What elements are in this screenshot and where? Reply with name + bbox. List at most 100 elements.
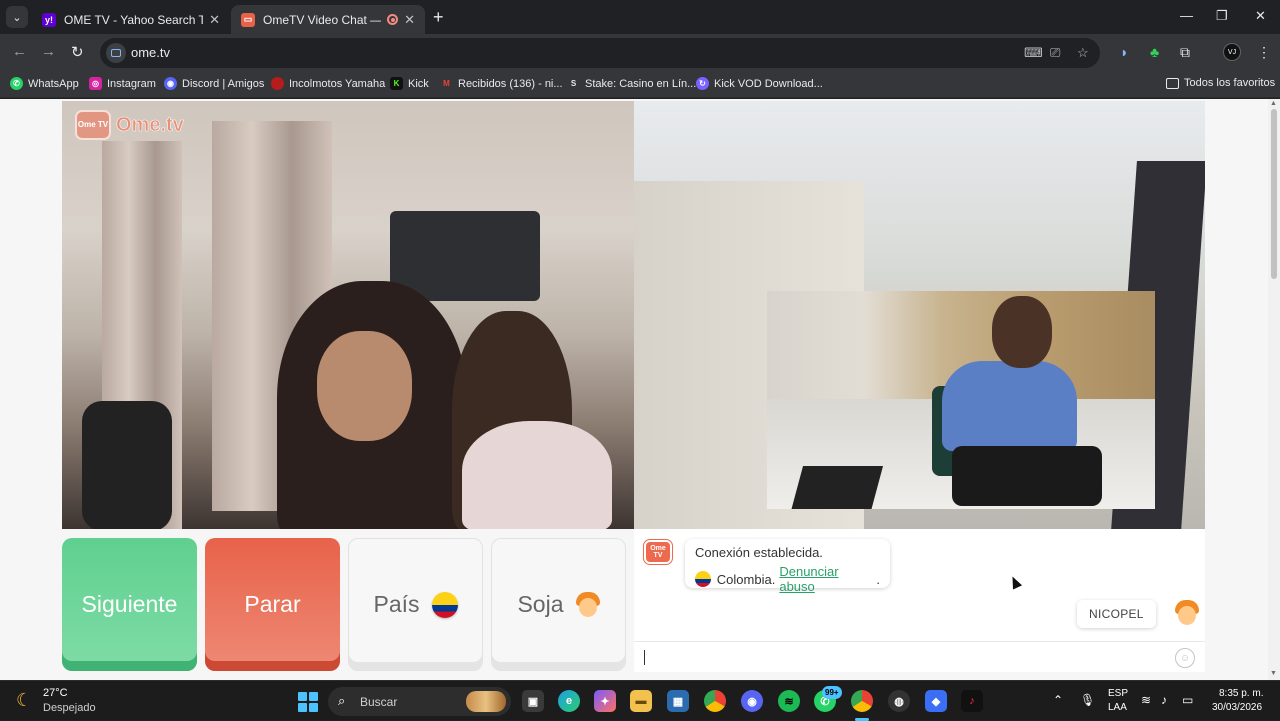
- edge-icon[interactable]: e: [558, 690, 580, 712]
- microphone-icon[interactable]: 🎙: [1080, 693, 1095, 707]
- system-message: Conexión establecida. Colombia . Denunci…: [685, 539, 890, 594]
- site-info-icon[interactable]: [106, 43, 126, 63]
- install-app-icon[interactable]: ⎚: [1050, 45, 1060, 61]
- bookmark-incolmotos[interactable]: Incolmotos Yamaha: [271, 77, 385, 90]
- clock-date[interactable]: 30/03/2026: [1212, 702, 1262, 713]
- self-preview-video: [767, 291, 1155, 509]
- chrome-icon[interactable]: [704, 690, 726, 712]
- connection-status: Conexión establecida.: [695, 545, 823, 560]
- new-tab-button[interactable]: +: [433, 7, 444, 28]
- tiktok-icon[interactable]: ♪: [961, 690, 983, 712]
- start-button[interactable]: [298, 692, 318, 712]
- roblox-icon[interactable]: ◆: [925, 690, 947, 712]
- address-bar[interactable]: ome.tv ⌨ ⎚ ☆: [100, 38, 1100, 68]
- kick-icon: K: [390, 77, 403, 90]
- tray-overflow-icon[interactable]: ⌃: [1053, 693, 1063, 707]
- copilot-icon[interactable]: ✦: [594, 690, 616, 712]
- extensions-icon[interactable]: ⧉: [1180, 44, 1190, 61]
- bookmark-whatsapp[interactable]: ✆ WhatsApp: [10, 77, 79, 90]
- weather-description[interactable]: Despejado: [43, 702, 96, 714]
- close-tab-icon[interactable]: ✕: [404, 12, 415, 28]
- restore-icon[interactable]: ❐: [1216, 8, 1228, 24]
- bookmarks-bar: ✆ WhatsApp ◎ Instagram ◉ Discord | Amigo…: [0, 72, 1280, 98]
- wifi-icon[interactable]: ≋: [1141, 693, 1151, 707]
- search-icon: ⌕: [338, 693, 346, 708]
- ometv-logo-icon: Ome TV: [75, 110, 111, 140]
- bookmark-label: Recibidos (136) - ni...: [458, 77, 563, 90]
- bookmark-label: Kick: [408, 77, 429, 90]
- tab-title: OME TV - Yahoo Search Tus res: [64, 12, 204, 27]
- whatsapp-icon: ✆: [10, 77, 23, 90]
- bookmark-label: Discord | Amigos: [182, 77, 265, 90]
- tab-ometv[interactable]: ▭ OmeTV Video Chat — Alter ✕: [231, 5, 425, 34]
- moon-weather-icon[interactable]: ☾: [16, 690, 32, 711]
- report-period: .: [876, 571, 880, 587]
- scroll-up-icon[interactable]: ▲: [1270, 100, 1277, 107]
- bookmark-discord[interactable]: ◉ Discord | Amigos: [164, 77, 264, 90]
- extension-1-icon[interactable]: ◗: [1120, 44, 1128, 60]
- stop-button[interactable]: Parar: [205, 538, 340, 671]
- bookmark-kick-vod[interactable]: ↻ Kick VOD Download...: [696, 77, 823, 90]
- page-scrollbar[interactable]: ▲ ▼: [1268, 99, 1280, 680]
- bookmark-label: Instagram: [107, 77, 156, 90]
- gender-button[interactable]: Soja: [491, 538, 626, 671]
- stake-icon: S: [570, 79, 577, 88]
- tab-search-button[interactable]: ⌄: [6, 6, 28, 28]
- reload-icon[interactable]: ↻: [71, 43, 84, 61]
- back-icon[interactable]: ←: [12, 43, 27, 60]
- tab-yahoo-search[interactable]: y! OME TV - Yahoo Search Tus res ✕: [32, 5, 230, 34]
- url-text[interactable]: ome.tv: [131, 45, 170, 60]
- profile-avatar[interactable]: VJ: [1223, 43, 1241, 61]
- keyboard-layout[interactable]: LAA: [1108, 702, 1127, 713]
- yamaha-icon: [271, 77, 284, 90]
- extension-2-icon[interactable]: ♣: [1150, 44, 1159, 60]
- chat-input[interactable]: [640, 646, 1170, 668]
- bookmark-instagram[interactable]: ◎ Instagram: [89, 77, 156, 90]
- close-tab-icon[interactable]: ✕: [209, 12, 220, 28]
- language-indicator[interactable]: ESP: [1108, 688, 1128, 699]
- country-button[interactable]: País: [348, 538, 483, 671]
- bookmark-label: Stake: Casino en Lín...: [585, 77, 697, 90]
- kick-vod-icon: ↻: [696, 77, 709, 90]
- bookmark-label: WhatsApp: [28, 77, 79, 90]
- task-view-icon[interactable]: ▣: [522, 690, 544, 712]
- discord-taskbar-icon[interactable]: ◉: [741, 690, 763, 712]
- all-bookmarks-folder[interactable]: Todos los favoritos: [1166, 77, 1275, 89]
- taskbar-search[interactable]: ⌕ Buscar: [328, 687, 511, 716]
- partner-country: Colombia: [716, 571, 772, 587]
- backpack: [82, 401, 172, 529]
- store-icon[interactable]: ▦: [667, 690, 689, 712]
- file-explorer-icon[interactable]: ▬: [630, 690, 652, 712]
- bookmark-gmail[interactable]: M Recibidos (136) - ni...: [440, 77, 563, 90]
- partner-name-badge: NICOPEL: [1077, 600, 1156, 628]
- minimize-icon[interactable]: —: [1180, 8, 1193, 23]
- emoji-button-icon[interactable]: ☺: [1175, 648, 1195, 668]
- menu-icon[interactable]: ⋮: [1257, 44, 1271, 61]
- translate-icon[interactable]: ⌨: [1024, 45, 1043, 61]
- chat-divider: [634, 641, 1205, 642]
- weather-temperature[interactable]: 27°C: [43, 687, 68, 699]
- partner-video: [62, 101, 634, 529]
- air-conditioner: [390, 211, 540, 301]
- scroll-down-icon[interactable]: ▼: [1270, 670, 1277, 677]
- close-window-icon[interactable]: ✕: [1255, 8, 1266, 24]
- volume-icon[interactable]: ♪: [1161, 693, 1167, 707]
- ometv-logo: Ome TV Ome.tv: [75, 110, 184, 140]
- bookmark-star-icon[interactable]: ☆: [1077, 45, 1089, 61]
- scroll-thumb[interactable]: [1271, 109, 1277, 279]
- person-2-shirt: [462, 421, 612, 529]
- folder-icon: [1166, 77, 1179, 89]
- spotify-icon[interactable]: ≋: [778, 690, 800, 712]
- bookmark-label: Incolmotos Yamaha: [289, 77, 386, 90]
- next-button[interactable]: Siguiente: [62, 538, 197, 671]
- recording-icon: [387, 14, 399, 25]
- battery-icon[interactable]: ▭: [1182, 693, 1193, 707]
- colombia-flag-icon: [431, 591, 458, 618]
- forward-icon[interactable]: →: [41, 43, 56, 60]
- report-abuse-link[interactable]: Denunciar abuso: [779, 564, 876, 594]
- bookmark-kick[interactable]: K Kick: [390, 77, 429, 90]
- bookmark-stake[interactable]: S Stake: Casino en Lín...: [567, 77, 696, 90]
- obs-icon[interactable]: ◍: [888, 690, 910, 712]
- clock-time[interactable]: 8:35 p. m.: [1219, 688, 1263, 699]
- chrome-active-icon[interactable]: [851, 690, 873, 712]
